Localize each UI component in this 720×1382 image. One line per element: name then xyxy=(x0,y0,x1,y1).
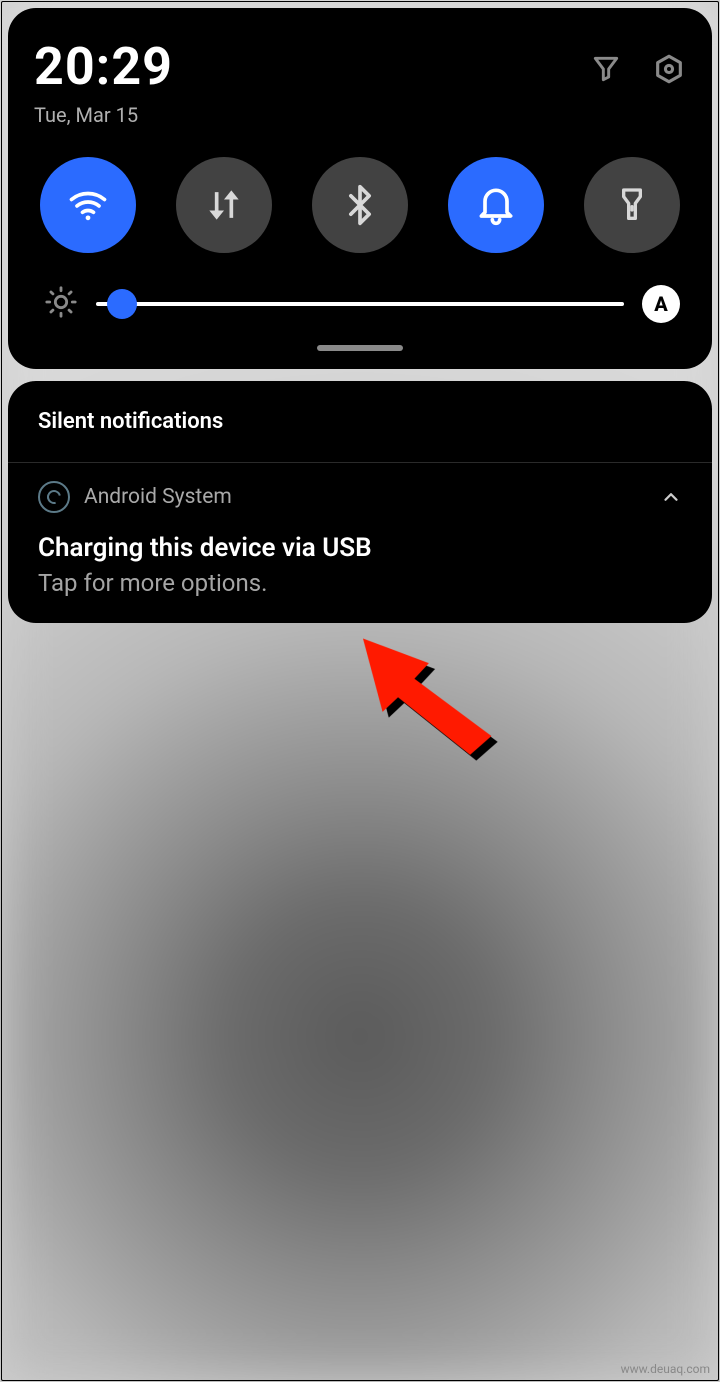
notification-title: Charging this device via USB xyxy=(38,533,682,563)
data-arrows-icon xyxy=(202,183,246,227)
filter-icon[interactable] xyxy=(590,53,622,85)
dnd-toggle[interactable] xyxy=(448,157,544,253)
quick-toggles-row xyxy=(34,157,686,253)
notification-app-name: Android System xyxy=(84,485,646,509)
flashlight-toggle[interactable] xyxy=(584,157,680,253)
silent-notifications-header: Silent notifications xyxy=(8,381,712,463)
brightness-row: A xyxy=(34,285,686,323)
clock-date: Tue, Mar 15 xyxy=(34,103,173,127)
status-row: 20:29 Tue, Mar 15 xyxy=(34,36,686,127)
bluetooth-icon xyxy=(338,183,382,227)
settings-icon[interactable] xyxy=(652,52,686,86)
status-action-icons xyxy=(590,52,686,86)
notification-text: Tap for more options. xyxy=(38,569,682,597)
notification-shade: 20:29 Tue, Mar 15 xyxy=(8,8,712,623)
wifi-toggle[interactable] xyxy=(40,157,136,253)
notification-item[interactable]: Android System Charging this device via … xyxy=(8,463,712,623)
watermark-text: www.deuaq.com xyxy=(621,1362,710,1376)
quick-settings-panel: 20:29 Tue, Mar 15 xyxy=(8,8,712,369)
chevron-up-icon[interactable] xyxy=(660,486,682,508)
notification-app-row: Android System xyxy=(38,481,682,513)
annotation-arrow-icon xyxy=(358,625,513,764)
drag-handle[interactable] xyxy=(317,345,403,351)
brightness-thumb[interactable] xyxy=(107,289,137,319)
bluetooth-toggle[interactable] xyxy=(312,157,408,253)
silent-notifications-panel: Silent notifications Android System Char… xyxy=(8,381,712,623)
wifi-icon xyxy=(66,183,110,227)
brightness-slider[interactable] xyxy=(96,302,624,306)
android-system-icon xyxy=(38,481,70,513)
bell-icon xyxy=(474,183,518,227)
mobile-data-toggle[interactable] xyxy=(176,157,272,253)
auto-brightness-toggle[interactable]: A xyxy=(642,285,680,323)
flashlight-icon xyxy=(612,185,652,225)
clock-block[interactable]: 20:29 Tue, Mar 15 xyxy=(34,36,173,127)
clock-time: 20:29 xyxy=(34,36,173,97)
brightness-icon xyxy=(44,285,78,323)
